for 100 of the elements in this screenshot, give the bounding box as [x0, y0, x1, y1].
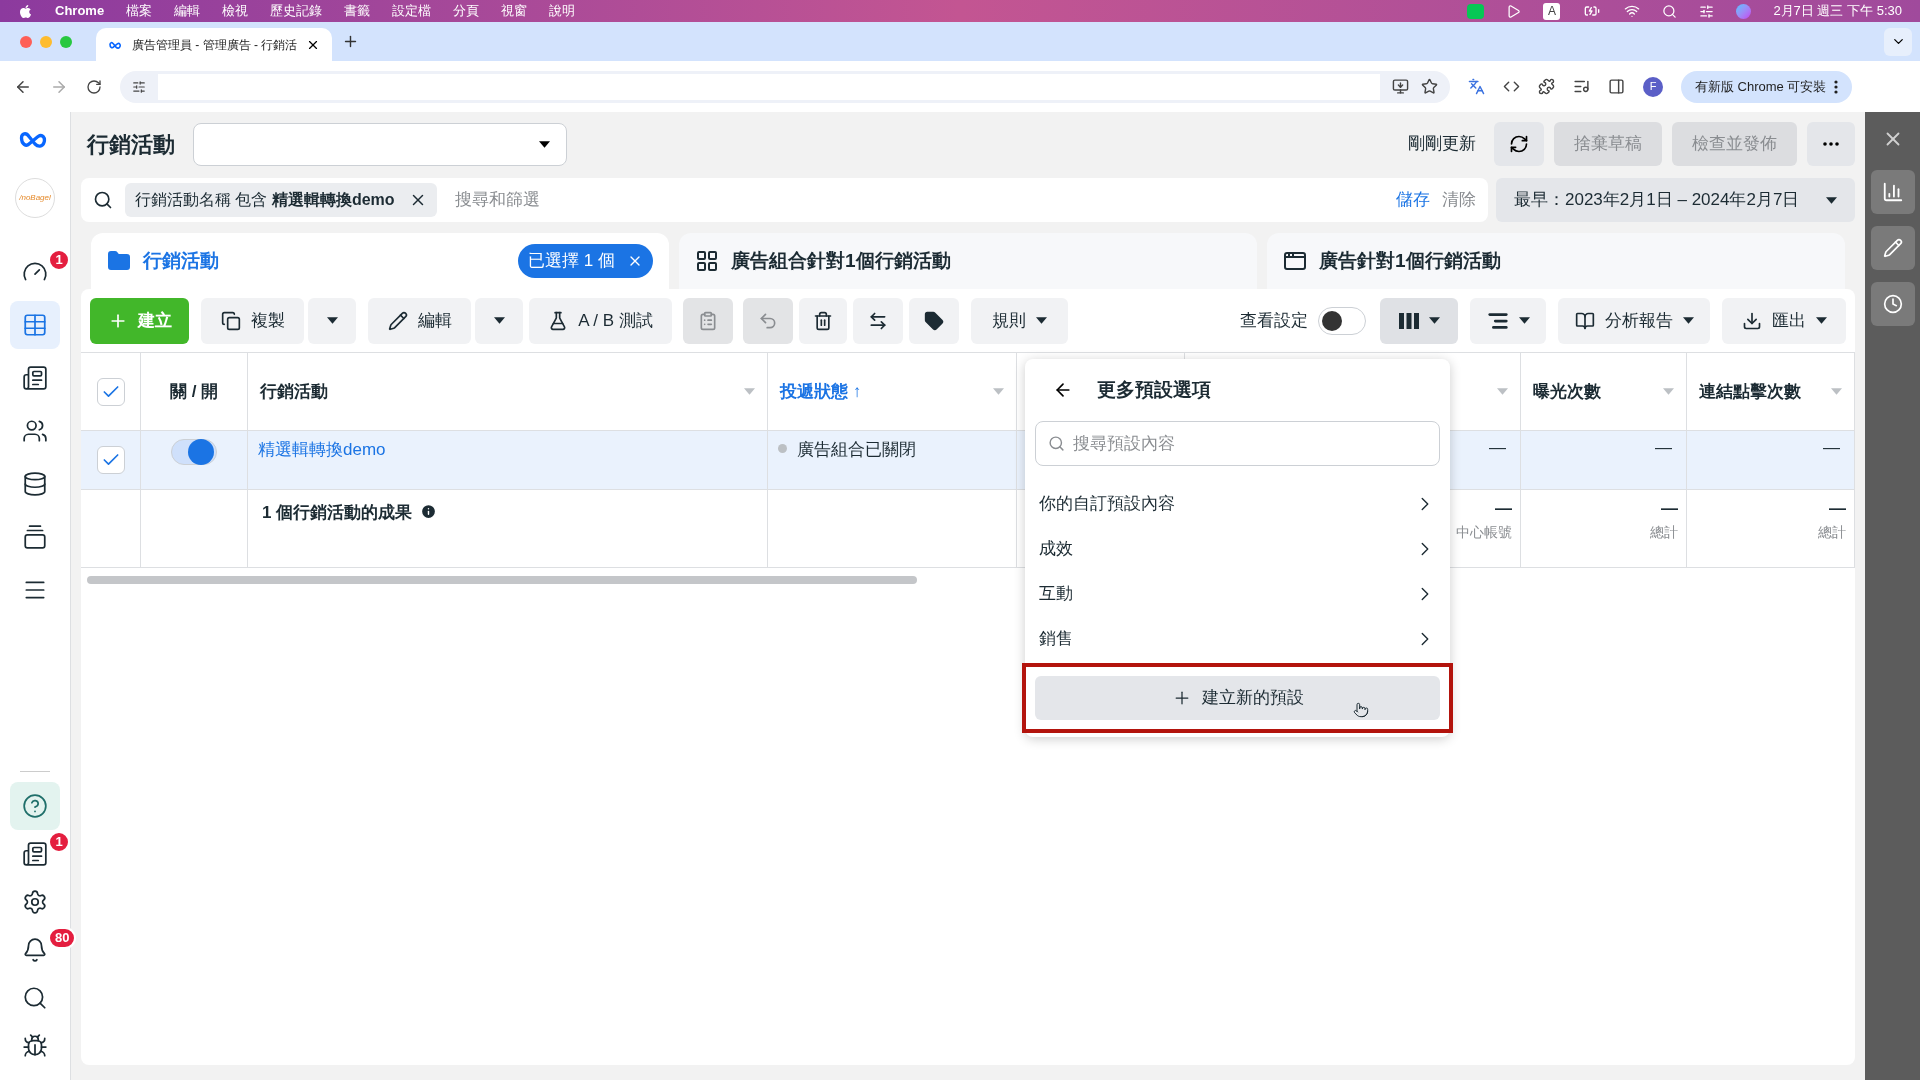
install-icon[interactable] [1392, 78, 1409, 95]
on-off-toggle[interactable] [171, 439, 217, 465]
tag-button[interactable] [909, 297, 959, 344]
menu-item[interactable]: 視窗 [501, 1, 528, 21]
column-title: 關 / 開 [169, 380, 219, 403]
tab[interactable]: 廣告針對1個行銷活動 [1267, 233, 1845, 289]
browser-tab[interactable]: 廣告管理員 - 管理廣告 - 行銷活 [96, 28, 332, 61]
sidebar-item[interactable] [22, 889, 48, 915]
gallery-icon [22, 524, 48, 550]
tag-icon [924, 310, 944, 331]
download-icon [1741, 310, 1762, 331]
select-all-checkbox[interactable] [96, 377, 125, 406]
rules-button[interactable]: 規則 [971, 297, 1068, 344]
bookmark-star-icon[interactable] [1421, 78, 1438, 95]
sidebar-item[interactable] [22, 471, 48, 497]
column-title: 曝光次數 [1533, 380, 1601, 403]
history-button[interactable] [1870, 282, 1915, 326]
play-icon[interactable] [1506, 3, 1522, 19]
media-icon[interactable] [1573, 78, 1590, 95]
clear-link[interactable]: 清除 [1442, 187, 1476, 213]
sidebar-item[interactable] [22, 841, 48, 867]
preset-search-field[interactable]: 搜尋預設內容 [1035, 421, 1440, 466]
database-icon [22, 471, 48, 497]
reports-button[interactable]: 分析報告 [1558, 297, 1710, 344]
sidebar-item[interactable] [22, 418, 48, 444]
search-icon[interactable] [1662, 3, 1678, 19]
selection-chip[interactable]: 已選擇 1 個 [518, 244, 653, 278]
row-checkbox[interactable] [96, 446, 125, 474]
menu-item[interactable]: 說明 [549, 1, 576, 21]
menu-item[interactable]: 檔案 [126, 1, 153, 21]
apple-icon[interactable] [18, 3, 33, 19]
menu-item[interactable]: 書籤 [344, 1, 371, 21]
preset-menu-item[interactable]: 成效 [1035, 526, 1440, 571]
control-center-icon[interactable] [1699, 3, 1715, 19]
summary-value: — [1829, 498, 1846, 520]
swap-button[interactable] [853, 297, 903, 344]
filter-chip[interactable]: 行銷活動名稱 包含 精選輯轉換demo [125, 183, 437, 217]
view-settings-toggle[interactable] [1318, 306, 1366, 335]
edit-panel-button[interactable] [1870, 226, 1915, 270]
sidebar-item[interactable] [22, 985, 48, 1011]
reload-icon[interactable] [86, 78, 102, 95]
sidebar-item[interactable] [22, 365, 48, 391]
update-button[interactable]: 有新版 Chrome 可安裝 [1681, 70, 1853, 103]
refresh-button[interactable] [1494, 122, 1544, 166]
side-panel-icon[interactable] [1608, 78, 1625, 95]
create-preset-button[interactable]: 建立新的預設 [1035, 676, 1440, 720]
menu-item[interactable]: 編輯 [174, 1, 201, 21]
table-icon [22, 312, 48, 338]
sidebar-item[interactable] [22, 524, 48, 550]
charts-button[interactable] [1870, 170, 1915, 214]
pages-icon [22, 365, 48, 391]
menu-item[interactable]: 分頁 [453, 1, 480, 21]
delete-button[interactable] [799, 297, 847, 344]
menu-title: 更多預設選項 [1097, 377, 1211, 402]
sidebar-item[interactable] [22, 1033, 48, 1059]
ab-test-button[interactable]: A / B 測試 [529, 297, 672, 344]
export-button[interactable]: 匯出 [1722, 297, 1846, 344]
caret-icon [1682, 317, 1694, 324]
infinity-logo-icon [108, 40, 124, 49]
info-icon[interactable] [420, 503, 438, 520]
table-cell-text: — [1655, 437, 1672, 459]
translate-icon[interactable] [1468, 78, 1485, 95]
menu-item[interactable]: 歷史記錄 [270, 1, 323, 21]
profile-avatar[interactable]: F [1643, 76, 1663, 97]
search-input[interactable]: 搜尋預設內容 [1073, 430, 1427, 457]
notification-badge: 80 [48, 927, 77, 949]
new-tab-icon[interactable] [342, 33, 359, 50]
table-cell-text: — [1823, 437, 1840, 459]
wifi-icon[interactable] [1624, 3, 1641, 19]
menu-item[interactable]: Chrome [55, 1, 105, 21]
summary-note: 總計 [1818, 522, 1846, 542]
edit-button[interactable]: 編輯 [368, 297, 471, 344]
tab[interactable]: 行銷活動 已選擇 1 個 [91, 233, 669, 289]
search-bar[interactable]: 行銷活動名稱 包含 精選輯轉換demo 搜尋和篩選 儲存 清除 [81, 178, 1488, 222]
menu-item[interactable]: 檢視 [222, 1, 249, 21]
notification-badge: 1 [48, 831, 70, 853]
more-icon [1834, 79, 1839, 94]
date-range-dropdown[interactable]: 最早：2023年2月1日 – 2024年2月7日 [1496, 178, 1855, 222]
scrollbar[interactable] [87, 576, 917, 584]
preset-menu-item[interactable]: 銷售 [1035, 616, 1440, 661]
tab[interactable]: 廣告組合針對1個行銷活動 [679, 233, 1257, 289]
menu-item[interactable]: 設定檔 [392, 1, 432, 21]
input-source-indicator[interactable]: A [1543, 2, 1561, 20]
preset-menu-item[interactable]: 互動 [1035, 571, 1440, 616]
column-title: 投遞狀態 ↑ [780, 380, 862, 403]
breakdown-button[interactable] [1470, 297, 1546, 344]
columns-button[interactable] [1380, 297, 1458, 344]
sidebar-item[interactable] [22, 937, 48, 963]
save-link[interactable]: 儲存 [1396, 187, 1430, 213]
grid-icon [695, 249, 719, 273]
paste-button[interactable] [683, 297, 733, 344]
site-settings-icon[interactable] [132, 79, 146, 94]
duplicate-button[interactable]: 複製 [201, 297, 304, 344]
extensions-icon[interactable] [1538, 78, 1555, 95]
campaign-link[interactable]: 精選輯轉換demo [258, 440, 386, 459]
table-cell-text: — [1489, 437, 1506, 459]
preset-menu-item[interactable]: 你的自訂預設內容 [1035, 481, 1440, 526]
clipboard-icon [698, 310, 718, 331]
search-field[interactable]: 搜尋和篩選 [454, 187, 1384, 213]
sort-caret-icon [993, 388, 1004, 395]
